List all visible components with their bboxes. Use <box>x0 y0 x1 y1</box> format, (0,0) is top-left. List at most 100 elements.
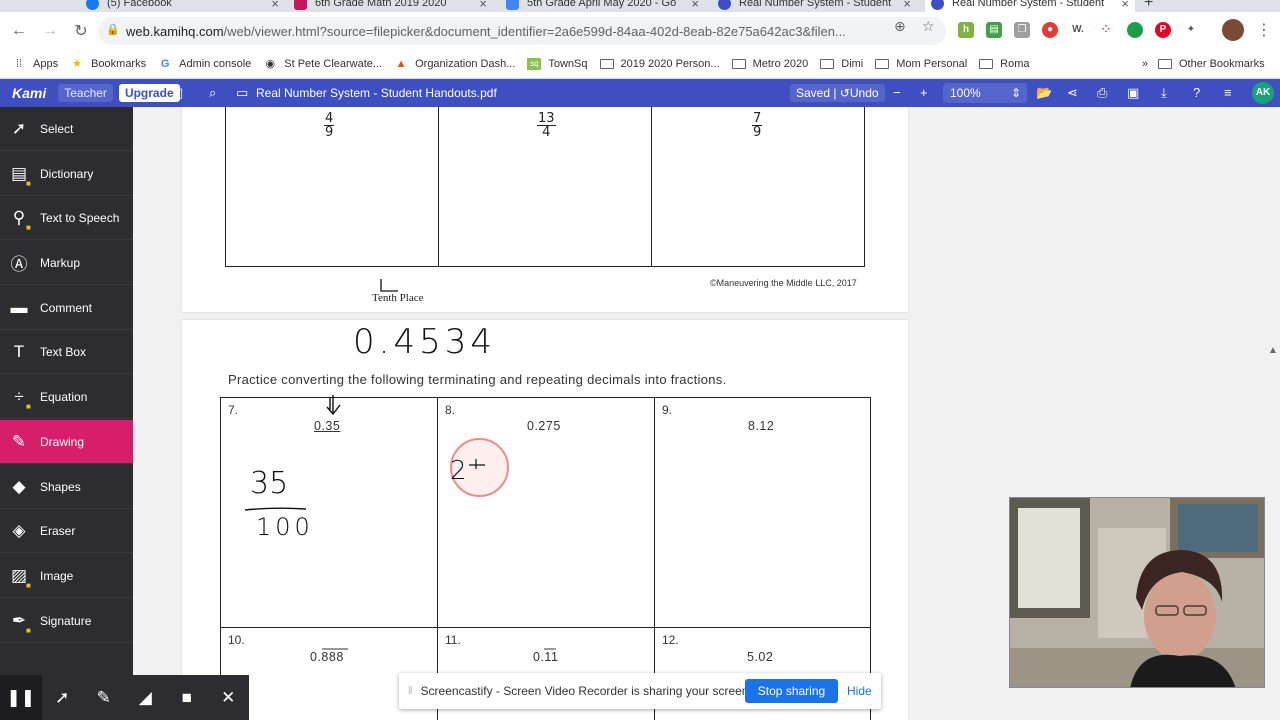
download-icon[interactable]: ⤓ <box>1161 85 1167 101</box>
bookmark-folder-metro[interactable]: Metro 2020 <box>731 58 808 70</box>
address-bar-row: ← → ↻ 🔒 web.kamihq.com/web/viewer.html?s… <box>0 12 1280 50</box>
extension-dots-icon[interactable]: ⁘ <box>1098 22 1114 38</box>
extension-copy-icon[interactable]: ❐ <box>1014 22 1030 38</box>
bookmark-folder-2019[interactable]: 2019 2020 Person... <box>599 58 720 70</box>
close-icon[interactable]: × <box>271 0 279 11</box>
reload-icon[interactable]: ↻ <box>69 21 93 41</box>
bookmark-bookmarks[interactable]: ★ Bookmarks <box>70 58 146 70</box>
tab-real-number-1[interactable]: Real Number System - Student × <box>712 0 917 12</box>
pen-icon[interactable]: ✎ <box>83 688 125 708</box>
bookmark-apps[interactable]: ⁞⁞ Apps <box>12 58 58 70</box>
zoom-select[interactable]: 100% ⇕ <box>943 83 1027 103</box>
tool-shapes[interactable]: ◆ Shapes <box>0 465 133 509</box>
drag-handle-icon[interactable]: ‖ <box>408 685 413 697</box>
numerator: 13 <box>537 111 556 126</box>
tab-6th-grade-math[interactable]: 6th Grade Math 2019 2020 × <box>288 0 493 12</box>
pdf-page: 0.4534 Practice converting the following… <box>182 320 908 720</box>
extension-record-icon[interactable]: ● <box>1042 22 1058 38</box>
zoom-out-icon[interactable]: − <box>893 85 901 100</box>
user-avatar[interactable]: AK <box>1252 82 1274 104</box>
lock-icon: ■ <box>26 222 31 232</box>
print-icon[interactable]: ⎙ <box>1097 85 1107 101</box>
tool-text-box[interactable]: T Text Box <box>0 330 133 374</box>
close-icon[interactable]: × <box>903 0 911 11</box>
camera-icon[interactable]: ■ <box>166 688 208 708</box>
bookmark-org-dash[interactable]: ▲ Organization Dash... <box>394 58 516 70</box>
tool-comment[interactable]: ▬ Comment <box>0 286 133 330</box>
extension-sheet-icon[interactable]: ▤ <box>986 22 1002 38</box>
bookmark-star-icon[interactable]: ☆ <box>922 18 935 35</box>
extensions-puzzle-icon[interactable]: ✦ <box>1183 22 1199 38</box>
tool-select[interactable]: ➚ Select <box>0 107 133 151</box>
url-host: web.kamihq.com <box>126 23 224 39</box>
help-icon[interactable]: ? <box>1193 85 1200 100</box>
tool-label: Comment <box>40 300 93 315</box>
extension-w-icon[interactable]: W. <box>1070 22 1086 38</box>
bookmark-st-pete[interactable]: ◉ St Pete Clearwate... <box>263 58 382 70</box>
undo-button[interactable]: Undo <box>850 86 879 100</box>
bookmark-folder-roma[interactable]: Roma <box>979 58 1030 70</box>
stop-sharing-button[interactable]: Stop sharing <box>745 679 838 703</box>
webcam-overlay[interactable] <box>1009 497 1265 688</box>
bookmark-folder-dimi[interactable]: Dimi <box>820 58 863 70</box>
other-bookmarks[interactable]: Other Bookmarks <box>1158 58 1265 70</box>
close-icon[interactable]: × <box>1121 0 1129 11</box>
search-icon[interactable]: ⌕ <box>209 85 216 101</box>
menu-dots-icon[interactable]: ⋮ <box>1256 20 1272 40</box>
tab-5th-grade[interactable]: 5th Grade April May 2020 - Go × <box>500 0 705 12</box>
folder-icon <box>731 59 746 69</box>
tool-eraser[interactable]: ◈ Eraser <box>0 509 133 553</box>
tool-label: Markup <box>40 255 81 270</box>
profile-avatar[interactable] <box>1222 19 1244 41</box>
tool-signature[interactable]: ✒ ■ Signature <box>0 599 133 643</box>
eraser-icon[interactable]: ◢ <box>125 688 167 708</box>
back-icon[interactable]: ← <box>7 22 31 40</box>
add-icon[interactable]: ⊕ <box>894 18 906 35</box>
open-folder-icon[interactable]: 📂 <box>1036 85 1052 101</box>
bookmarks-overflow-button[interactable]: » <box>1142 58 1148 70</box>
signature-icon: ✒ ■ <box>11 610 31 635</box>
tool-equation[interactable]: ÷ ■ Equation <box>0 375 133 419</box>
bookmark-admin-console[interactable]: G Admin console <box>158 58 251 70</box>
zoom-in-icon[interactable]: + <box>920 85 928 100</box>
pause-icon[interactable]: ❚❚ <box>0 675 42 720</box>
save-icon[interactable]: ▣ <box>1127 85 1139 101</box>
tab-real-number-2[interactable]: Real Number System - Student × <box>925 0 1135 12</box>
close-icon[interactable]: ✕ <box>208 688 250 708</box>
problem-number: 11. <box>445 633 461 647</box>
new-tab-icon[interactable]: + <box>1144 0 1153 12</box>
menu-icon[interactable]: ≡ <box>1224 85 1232 100</box>
hide-button[interactable]: Hide <box>847 679 872 703</box>
share-icon[interactable]: ⋖ <box>1067 85 1078 101</box>
kami-icon <box>718 0 731 10</box>
cursor-icon[interactable]: ➚ <box>42 688 84 708</box>
numerator: 7 <box>752 111 763 126</box>
text-icon: T <box>13 341 25 361</box>
tab-facebook[interactable]: (5) Facebook × <box>80 0 285 12</box>
lock-icon: ■ <box>26 580 31 590</box>
upgrade-button[interactable]: Upgrade <box>118 84 180 102</box>
pinterest-icon[interactable]: P <box>1155 22 1171 38</box>
tool-drawing[interactable]: ✎ Drawing <box>0 420 133 464</box>
close-icon[interactable]: × <box>479 0 487 11</box>
tool-dictionary[interactable]: ▤ ■ Dictionary <box>0 152 133 196</box>
forward-icon[interactable]: → <box>38 22 62 40</box>
extension-green-icon[interactable] <box>1127 22 1143 38</box>
tool-text-to-speech[interactable]: ⚲ ■ Text to Speech <box>0 196 133 240</box>
docs-icon <box>506 0 519 10</box>
scroll-up-icon[interactable]: ▲ <box>1268 345 1278 356</box>
eraser-icon: ◈ <box>12 520 26 540</box>
tool-image[interactable]: ▨ ■ Image <box>0 554 133 598</box>
saved-status: Saved <box>796 86 831 100</box>
extension-h-icon[interactable]: h <box>958 22 974 38</box>
bookmark-label: Apps <box>33 58 59 70</box>
url-input[interactable]: 🔒 web.kamihq.com/web/viewer.html?source=… <box>98 17 946 45</box>
bookmark-townsq[interactable]: sq TownSq <box>527 58 588 70</box>
close-icon[interactable]: × <box>691 0 699 11</box>
bookmark-folder-mom[interactable]: Mom Personal <box>875 58 967 70</box>
undo-icon[interactable]: ↺ <box>840 86 850 100</box>
sidebar-toggle-icon[interactable]: ▯ <box>176 85 183 101</box>
tool-markup[interactable]: Ⓐ Markup <box>0 241 133 285</box>
tool-label: Select <box>40 121 74 136</box>
shapes-icon: ◆ <box>12 476 26 496</box>
